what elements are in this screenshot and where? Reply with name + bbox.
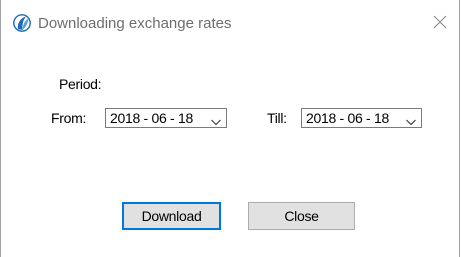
dialog-body: Period: From: 2018 - 06 - 18 Till: 2018 … bbox=[1, 40, 459, 257]
download-button[interactable]: Download bbox=[122, 202, 221, 230]
period-label: Period: bbox=[59, 76, 102, 92]
window-title: Downloading exchange rates bbox=[38, 15, 232, 32]
from-label: From: bbox=[51, 110, 87, 126]
till-date-value: 2018 - 06 - 18 bbox=[306, 110, 389, 126]
dialog-window: Downloading exchange rates Period: From:… bbox=[0, 0, 460, 257]
close-icon[interactable] bbox=[427, 9, 453, 35]
chevron-down-icon[interactable] bbox=[210, 113, 222, 126]
app-logo-icon bbox=[13, 14, 31, 32]
chevron-down-icon[interactable] bbox=[405, 113, 417, 126]
from-date-value: 2018 - 06 - 18 bbox=[110, 110, 193, 126]
till-date-picker[interactable]: 2018 - 06 - 18 bbox=[301, 108, 422, 128]
till-label: Till: bbox=[267, 110, 287, 126]
from-date-picker[interactable]: 2018 - 06 - 18 bbox=[105, 108, 227, 128]
close-button[interactable]: Close bbox=[248, 202, 355, 230]
title-bar: Downloading exchange rates bbox=[1, 0, 459, 40]
